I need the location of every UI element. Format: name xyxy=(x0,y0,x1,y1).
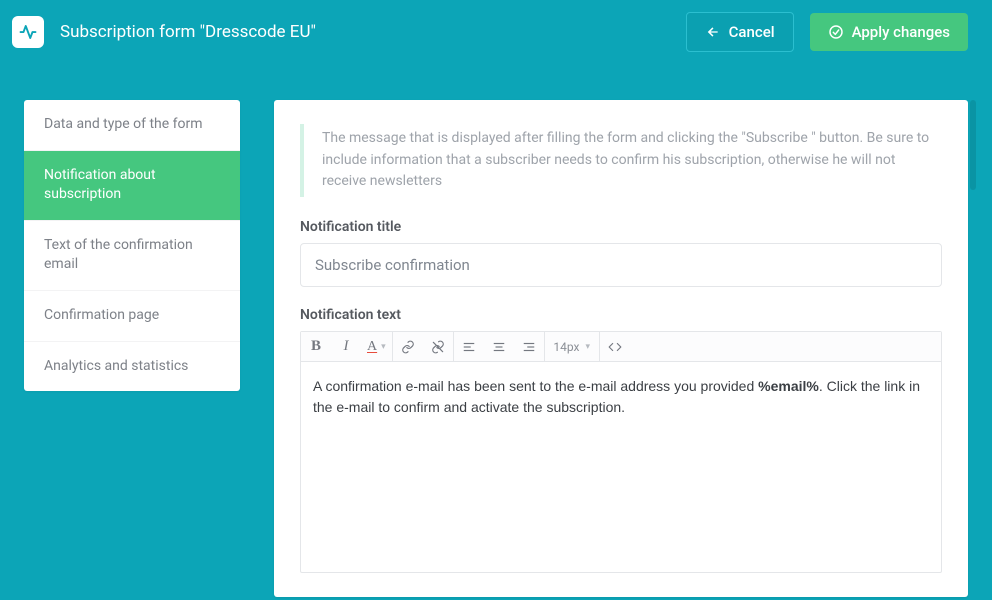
sidebar-item-confirm-page[interactable]: Confirmation page xyxy=(24,291,240,342)
cancel-label: Cancel xyxy=(729,23,775,41)
unlink-button[interactable] xyxy=(423,332,453,361)
link-button[interactable] xyxy=(393,332,423,361)
cancel-button[interactable]: Cancel xyxy=(686,12,794,52)
link-icon xyxy=(401,340,415,354)
content-panel: The message that is displayed after fill… xyxy=(274,100,968,597)
sidebar-item-notification[interactable]: Notification about subscription xyxy=(24,151,240,221)
sidebar: Data and type of the form Notification a… xyxy=(24,100,240,391)
sidebar-item-data-type[interactable]: Data and type of the form xyxy=(24,100,240,151)
sidebar-item-label: Text of the confirmation email xyxy=(44,237,193,273)
font-size-select[interactable]: 14px ▾ xyxy=(544,332,600,361)
sidebar-item-confirm-email[interactable]: Text of the confirmation email xyxy=(24,221,240,291)
apply-button[interactable]: Apply changes xyxy=(810,13,968,51)
sidebar-item-analytics[interactable]: Analytics and statistics xyxy=(24,342,240,392)
align-left-button[interactable] xyxy=(454,332,484,361)
code-icon xyxy=(608,340,622,354)
apply-label: Apply changes xyxy=(852,23,950,41)
main-layout: Data and type of the form Notification a… xyxy=(0,64,992,597)
sidebar-item-label: Analytics and statistics xyxy=(44,358,188,374)
align-right-button[interactable] xyxy=(514,332,544,361)
unlink-icon xyxy=(431,340,445,354)
notification-title-input[interactable] xyxy=(300,243,942,287)
rich-text-editor: B I A▾ xyxy=(300,331,942,573)
notification-text-label: Notification text xyxy=(300,307,942,323)
scrollbar[interactable] xyxy=(970,100,976,190)
arrow-left-icon xyxy=(705,25,721,39)
top-header: Subscription form "Dresscode EU" Cancel … xyxy=(0,0,992,64)
align-center-icon xyxy=(492,340,506,354)
font-size-value: 14px xyxy=(553,340,579,354)
sidebar-item-label: Notification about subscription xyxy=(44,167,156,203)
bold-button[interactable]: B xyxy=(301,332,331,361)
align-center-button[interactable] xyxy=(484,332,514,361)
italic-button[interactable]: I xyxy=(331,332,361,361)
sidebar-item-label: Data and type of the form xyxy=(44,116,203,132)
check-circle-icon xyxy=(828,24,844,40)
app-logo xyxy=(12,16,44,48)
align-right-icon xyxy=(522,340,536,354)
chevron-down-icon: ▾ xyxy=(585,342,590,352)
page-title: Subscription form "Dresscode EU" xyxy=(60,22,670,42)
align-left-icon xyxy=(462,340,476,354)
editor-toolbar: B I A▾ xyxy=(301,332,941,362)
editor-content[interactable]: A confirmation e-mail has been sent to t… xyxy=(301,362,941,572)
source-button[interactable] xyxy=(600,332,630,361)
body-prefix: A confirmation e-mail has been sent to t… xyxy=(313,378,758,394)
help-text: The message that is displayed after fill… xyxy=(300,124,942,197)
notification-title-label: Notification title xyxy=(300,219,942,235)
sidebar-item-label: Confirmation page xyxy=(44,307,159,323)
body-token: %email% xyxy=(758,378,819,394)
text-color-button[interactable]: A▾ xyxy=(361,332,392,361)
